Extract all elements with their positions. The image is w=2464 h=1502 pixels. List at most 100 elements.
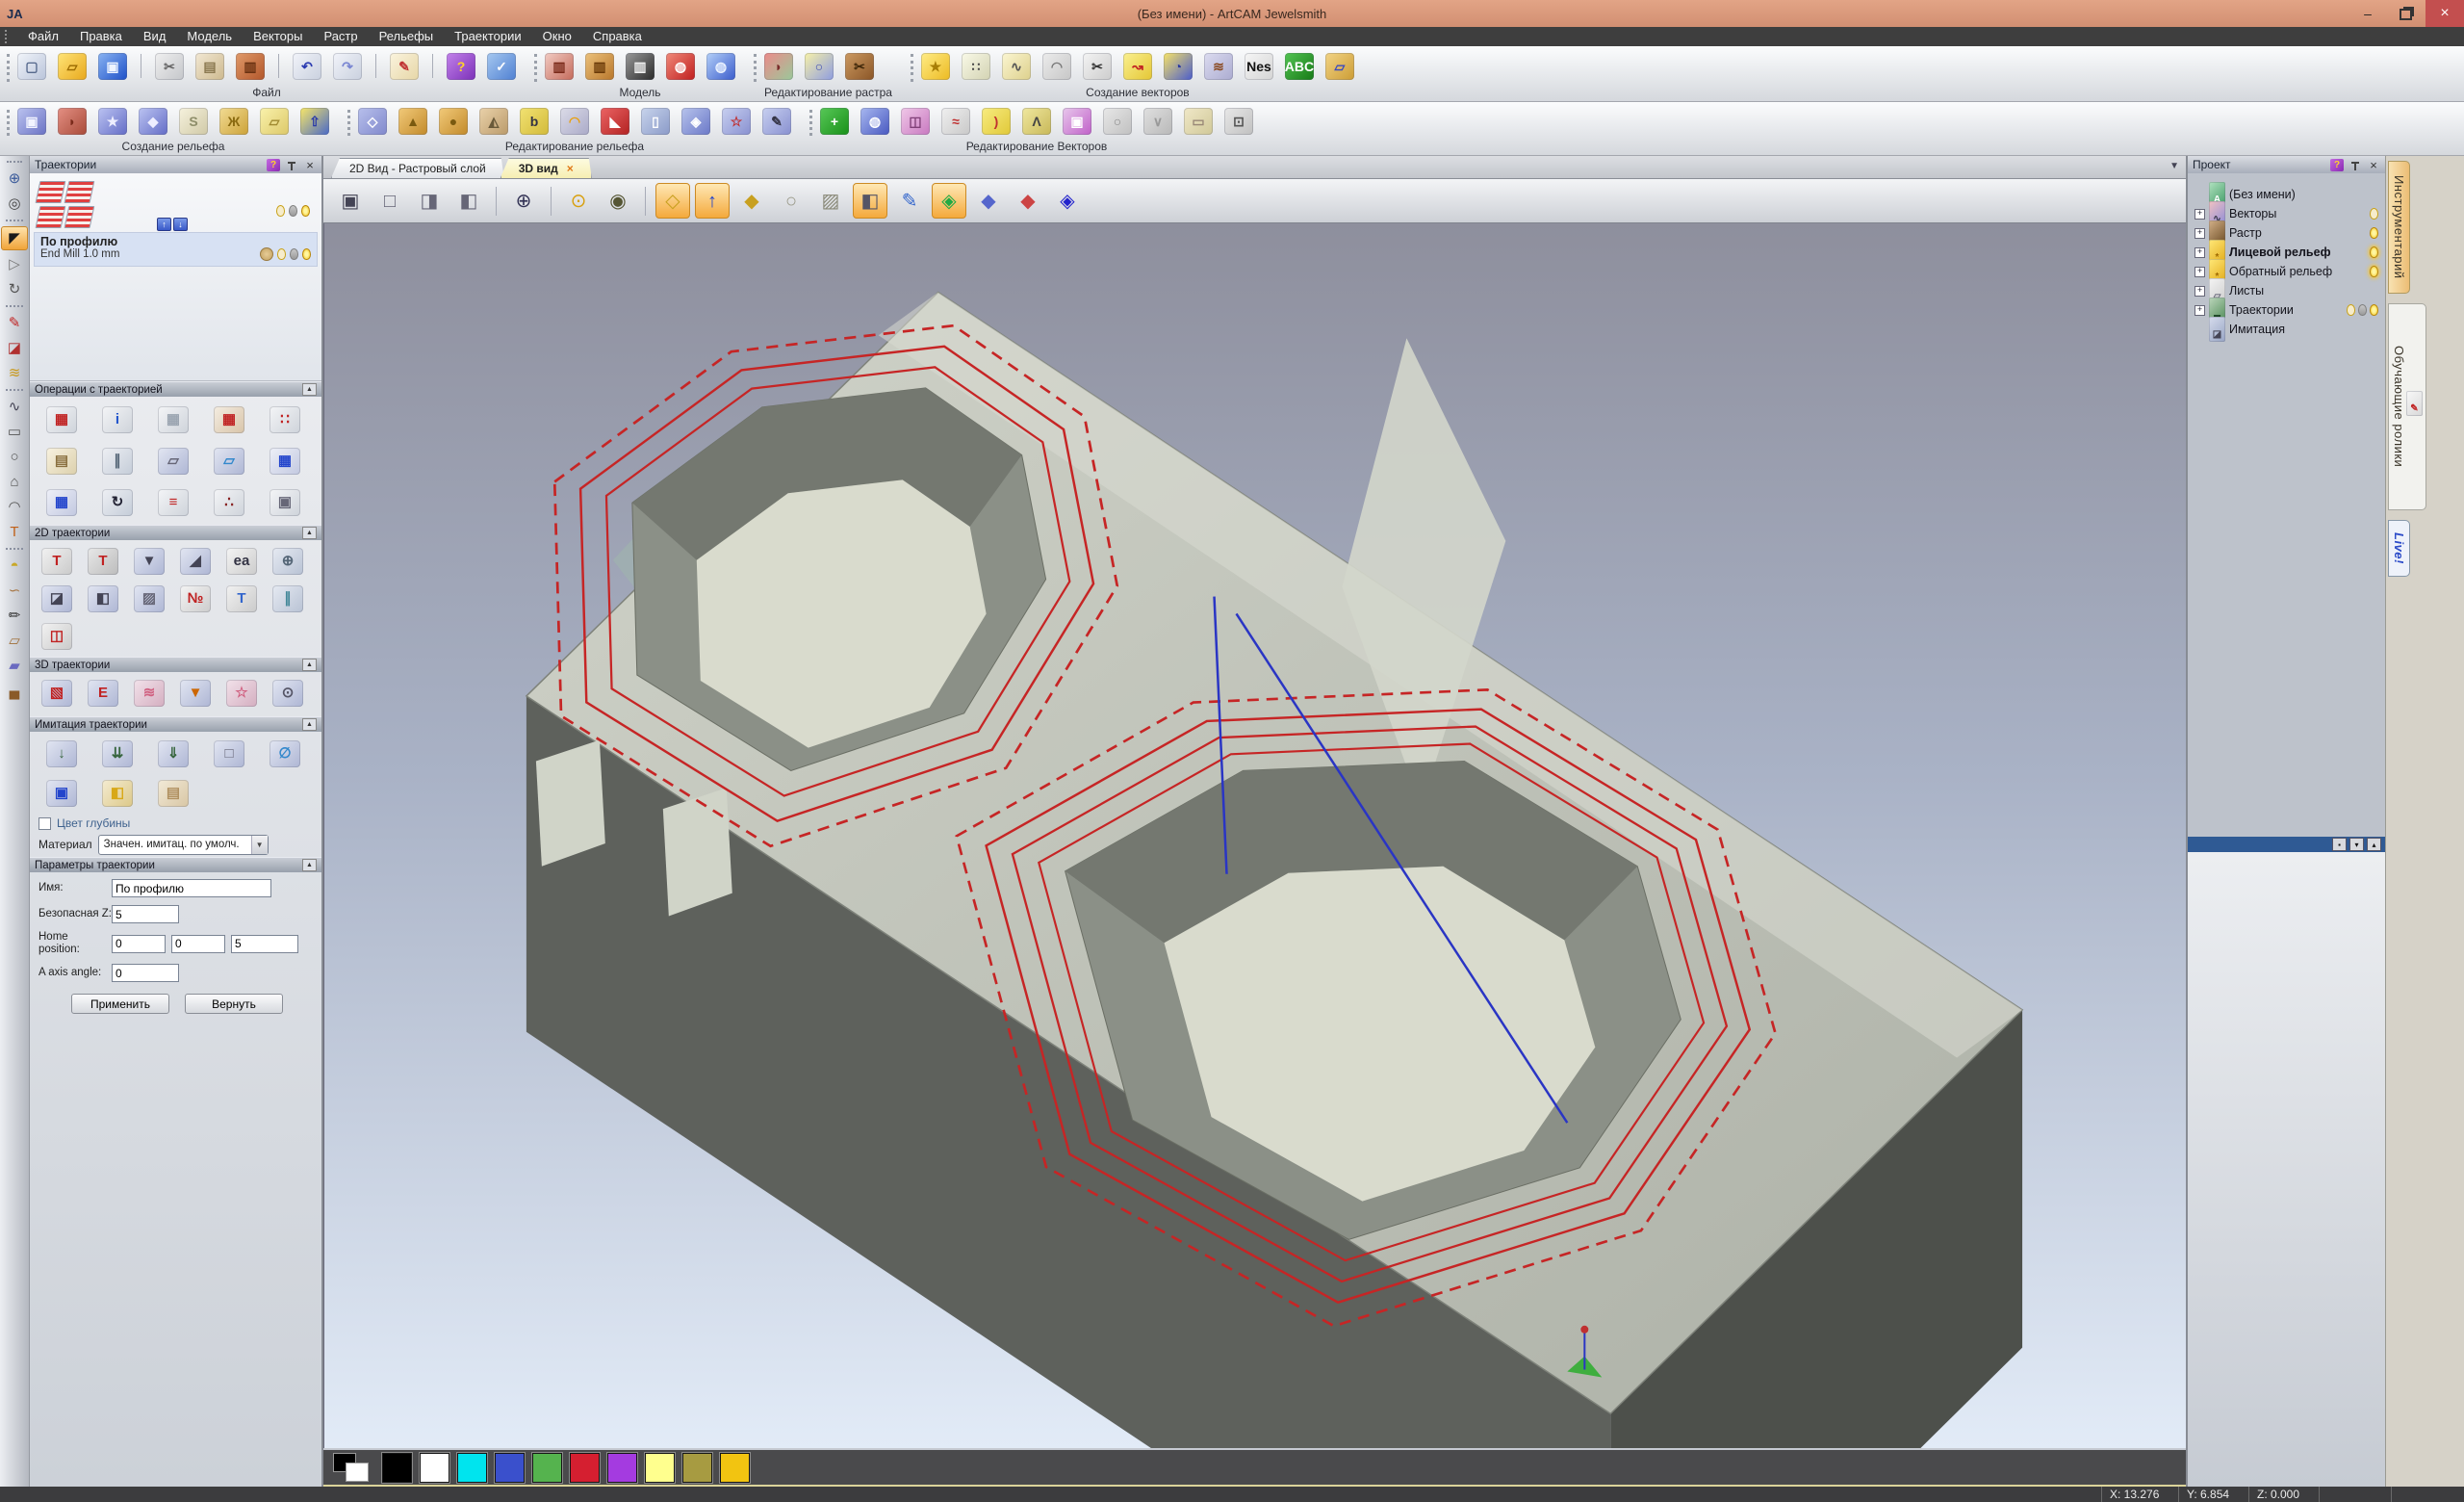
relief-layer-icon[interactable]: ▱ (260, 108, 289, 135)
lamp-icon[interactable] (2370, 246, 2378, 258)
expander-icon[interactable]: + (2194, 305, 2205, 316)
bridge-fillet-icon[interactable]: ≋ (1204, 53, 1233, 80)
teardrop-relief-icon[interactable]: ◗ (58, 108, 87, 135)
shape-editor-icon[interactable]: ▣ (17, 108, 46, 135)
expander-icon[interactable]: + (2194, 247, 2205, 258)
simulate-toolpath-icon[interactable]: ↓ (46, 740, 77, 767)
collapse-icon[interactable]: ▲ (302, 718, 317, 731)
ring-toggle-icon[interactable]: ○ (774, 183, 808, 219)
tool-database-icon[interactable]: ∥ (102, 448, 133, 475)
a-axis-input[interactable] (112, 964, 179, 982)
drag-handle[interactable] (5, 30, 13, 43)
save-toolpath-model-icon[interactable]: ▦ (46, 489, 77, 516)
lamp-icon[interactable] (2358, 304, 2367, 316)
simulate-fast-icon[interactable]: ⇊ (102, 740, 133, 767)
angle-relief-icon[interactable]: ◆ (139, 108, 167, 135)
polygon-tool-icon[interactable]: ⌂ (2, 471, 27, 493)
model-size-icon[interactable]: ▥ (545, 53, 574, 80)
menu-item-model[interactable]: Модель (176, 27, 243, 46)
fillet-icon[interactable]: ∨ (1143, 108, 1172, 135)
arc-tool-icon[interactable]: ◠ (2, 496, 27, 518)
palette-swatch[interactable] (495, 1453, 525, 1483)
toolpath-notes-icon[interactable]: ▤ (46, 448, 77, 475)
axes-toggle-icon[interactable]: ↑ (695, 183, 730, 219)
pan-globe-icon[interactable]: ◎ (2, 193, 27, 215)
lamp-icon[interactable] (2370, 227, 2378, 239)
simulate-all-icon[interactable]: ⇓ (158, 740, 189, 767)
transform-tool-icon[interactable]: ↻ (2, 278, 27, 300)
section-2d-toolpaths[interactable]: 2D траектории ▲ (30, 525, 321, 540)
drape-relief-icon[interactable]: ◣ (601, 108, 629, 135)
help-book-icon[interactable]: ? (447, 53, 475, 80)
viewport-canvas[interactable] (324, 223, 2186, 1448)
toolpath-list[interactable]: ↑ ↓ По профилю End Mill 1.0 mm (30, 173, 321, 381)
menu-item-reliefs[interactable]: Рельефы (369, 27, 445, 46)
primary-secondary-colors[interactable] (333, 1453, 373, 1482)
back-relief-toggle-icon[interactable]: ◆ (971, 183, 1006, 219)
offset-vector-icon[interactable]: ↝ (1123, 53, 1152, 80)
palette-swatch[interactable] (682, 1453, 712, 1483)
close-button[interactable]: × (2426, 0, 2464, 27)
palette-swatch[interactable] (645, 1453, 675, 1483)
rotary-setup-icon[interactable]: ↻ (102, 489, 133, 516)
vector-doctor-icon[interactable]: ◔ (1164, 53, 1193, 80)
batch-calculate-icon[interactable]: ∷ (270, 406, 300, 433)
collapse-icon[interactable]: ▲ (302, 859, 317, 871)
spin-view-icon[interactable]: ◉ (601, 183, 635, 219)
lamp-icon[interactable] (2370, 304, 2378, 316)
panel-close-icon[interactable]: × (303, 159, 317, 171)
engrave-icon[interactable]: ea (226, 548, 257, 575)
cut-relief-icon[interactable]: ▼ (180, 680, 211, 707)
select-arrow-icon[interactable]: ◤ (1, 226, 28, 250)
palette-swatch[interactable] (420, 1453, 449, 1483)
fit-frame-icon[interactable]: ⊡ (1224, 108, 1253, 135)
dock-icon[interactable]: ▪ (2332, 838, 2347, 851)
collapse-icon[interactable]: ▲ (302, 383, 317, 396)
toolpath-summary-icon[interactable]: i (102, 406, 133, 433)
polyline-tool-icon[interactable]: ∿ (2, 396, 27, 418)
interactive-sculpt-icon[interactable]: ☆ (722, 108, 751, 135)
stamp-sculpt-icon[interactable]: ▄ (2, 680, 27, 702)
menu-item-bitmap[interactable]: Растр (313, 27, 368, 46)
iso-view-icon[interactable]: ▣ (333, 183, 368, 219)
flood-fill-icon[interactable]: ◪ (2, 337, 27, 359)
palette-swatch[interactable] (382, 1453, 412, 1483)
sculpt-pair-icon[interactable]: ◭ (479, 108, 508, 135)
text-tool-icon[interactable]: T (2, 521, 27, 543)
scroll-up-icon[interactable]: ↑ (157, 218, 171, 231)
chisel-sculpt-icon[interactable]: ▱ (2, 630, 27, 652)
save-icon[interactable]: ▣ (98, 53, 127, 80)
drill-icon[interactable]: ⊕ (272, 548, 303, 575)
expander-icon[interactable]: + (2194, 267, 2205, 277)
section-3d-toolpaths[interactable]: 3D траектории ▲ (30, 657, 321, 672)
star-relief-icon[interactable]: ★ (98, 108, 127, 135)
save-toolpaths-icon[interactable]: ▦ (46, 406, 77, 433)
expander-icon[interactable]: + (2194, 209, 2205, 220)
collapse-icon[interactable]: ▲ (302, 659, 317, 671)
home-x-input[interactable] (112, 935, 166, 953)
light-icon[interactable]: ⊙ (561, 183, 596, 219)
lamp-icon[interactable] (290, 248, 298, 260)
revert-button[interactable]: Вернуть (185, 994, 283, 1014)
section-toolpath-parameters[interactable]: Параметры траектории ▲ (30, 857, 321, 872)
arc-create-icon[interactable]: ◠ (1042, 53, 1071, 80)
wave-distort-icon[interactable]: ≈ (941, 108, 970, 135)
side-tab-toolbox[interactable]: Инструментарий (2388, 161, 2410, 294)
mirror-relief-icon[interactable]: ◈ (681, 108, 710, 135)
multi-drill-icon[interactable]: ∥ (272, 585, 303, 612)
group-vectors-icon[interactable]: ▣ (1063, 108, 1091, 135)
lamp-icon[interactable] (277, 248, 286, 260)
tab-list-icon[interactable]: ▼ (2169, 161, 2179, 171)
menu-item-view[interactable]: Вид (133, 27, 177, 46)
plane-toggle-icon[interactable]: ◇ (655, 183, 690, 219)
material-dropdown[interactable]: Значен. имитац. по умолч. ▼ (98, 835, 269, 855)
toolpath-name-input[interactable] (112, 879, 271, 897)
inlay-wizard-icon[interactable]: ◫ (41, 623, 72, 650)
paint-toggle-icon[interactable]: ✎ (892, 183, 927, 219)
license-icon[interactable]: ✓ (487, 53, 516, 80)
light-material-icon[interactable]: ◍ (666, 53, 695, 80)
palette-swatch[interactable] (457, 1453, 487, 1483)
origin-toggle-icon[interactable]: ◈ (1050, 183, 1085, 219)
front-relief-toggle-icon[interactable]: ◆ (1011, 183, 1045, 219)
menu-item-help[interactable]: Справка (582, 27, 653, 46)
